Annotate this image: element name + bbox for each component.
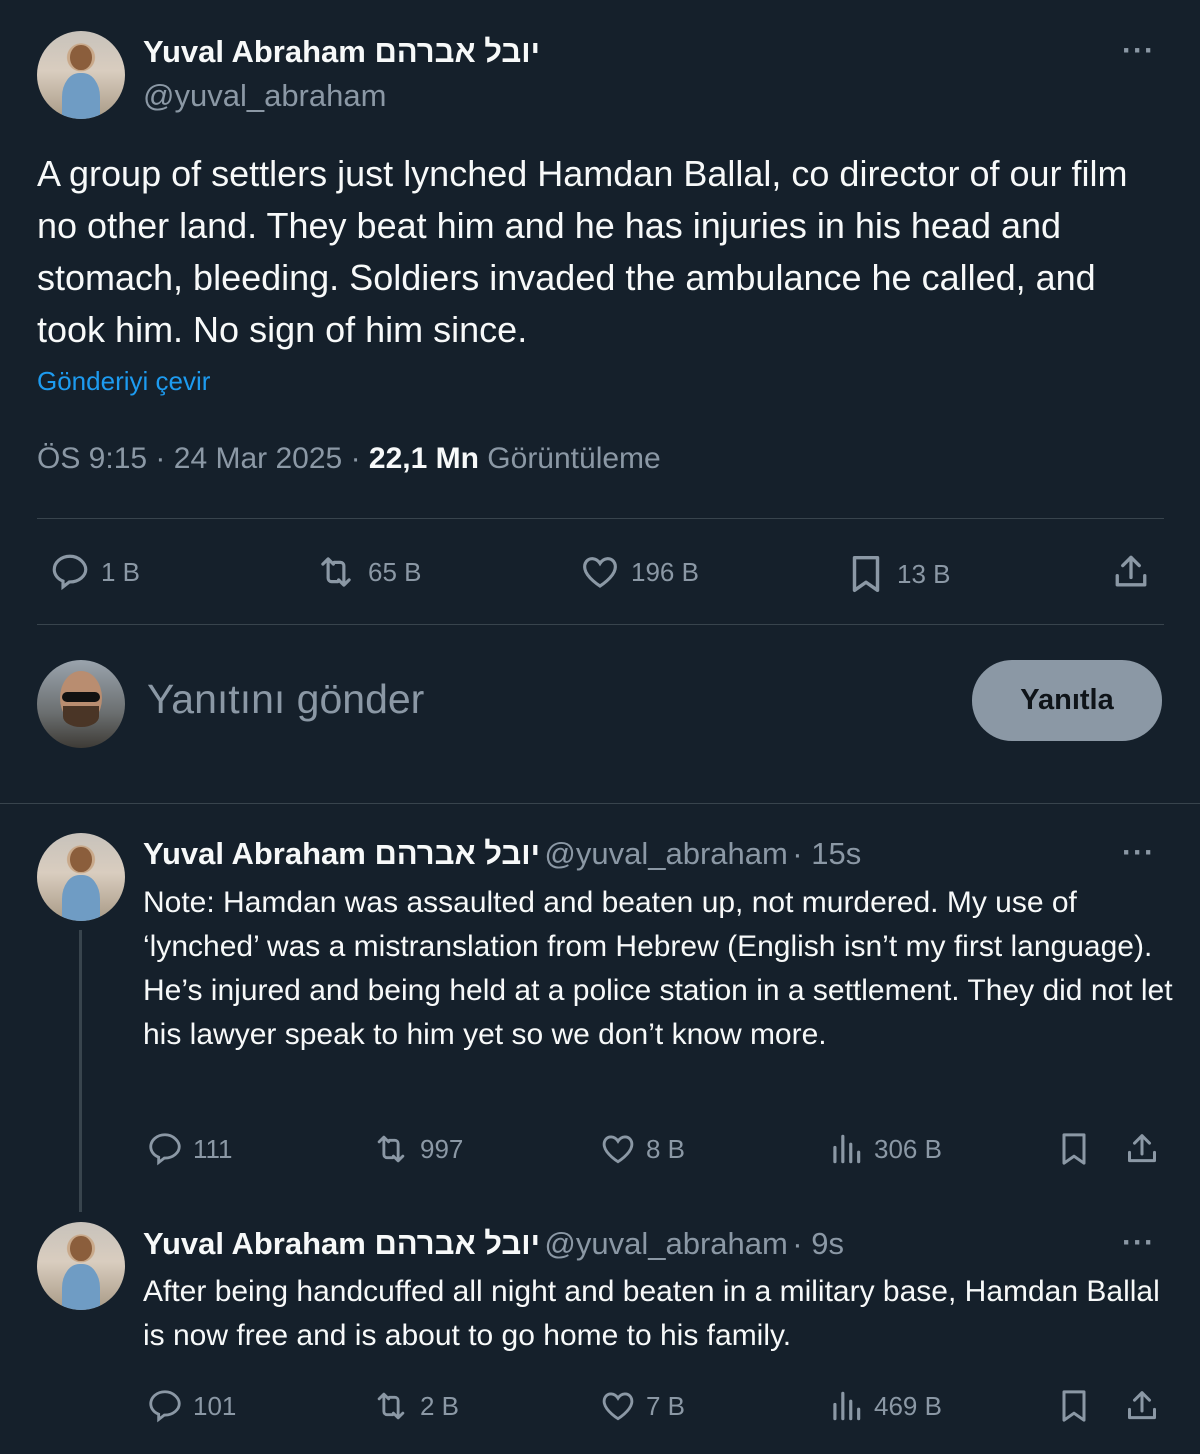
author-avatar[interactable] (37, 31, 125, 119)
reply-author-avatar[interactable] (37, 1222, 125, 1310)
analytics-icon (833, 1391, 861, 1421)
share-button[interactable] (1108, 550, 1162, 594)
tweet-time[interactable]: ÖS 9:15 (37, 442, 147, 475)
retweet-count: 997 (420, 1133, 464, 1164)
reply-icon (52, 554, 88, 591)
share-icon (1128, 1134, 1156, 1163)
bookmark-count: 13 B (897, 558, 951, 589)
retweet-button[interactable]: 997 (370, 1130, 463, 1168)
reply-submit-button[interactable]: Yanıtla (972, 660, 1162, 741)
share-button[interactable] (1122, 1128, 1170, 1170)
more-options-icon[interactable]: ··· (1122, 1226, 1155, 1260)
bookmark-button[interactable] (1054, 1385, 1102, 1427)
reply-author-handle[interactable]: @yuval_abraham (544, 836, 787, 871)
views-button[interactable]: 469 B (826, 1387, 942, 1425)
reply-count: 1 B (101, 556, 141, 587)
user-avatar[interactable] (37, 660, 125, 748)
like-button[interactable]: 196 B (577, 551, 699, 593)
like-count: 8 B (646, 1133, 686, 1164)
meta-separator: · (155, 442, 166, 475)
reply-count: 111 (193, 1133, 233, 1164)
bookmark-icon (1062, 1133, 1086, 1165)
reply-text: After being handcuffed all night and bea… (143, 1275, 1160, 1352)
retweet-icon (377, 1135, 405, 1163)
reply-header: Yuval Abraham יובל אברהם @yuval_abraham … (143, 836, 861, 872)
share-button[interactable] (1122, 1385, 1170, 1427)
reply-time[interactable]: · 9s (792, 1226, 844, 1261)
share-icon (1115, 555, 1147, 587)
translate-link[interactable]: Gönderiyi çevir (37, 366, 210, 397)
author-name[interactable]: Yuval Abraham יובל אברהם (143, 34, 540, 70)
retweet-button[interactable]: 2 B (370, 1387, 459, 1425)
tweet-text: A group of settlers just lynched Hamdan … (37, 153, 1128, 350)
retweet-icon (321, 557, 351, 587)
views-label: Görüntüleme (487, 442, 661, 475)
tweet-date[interactable]: 24 Mar 2025 (174, 442, 342, 475)
divider (37, 518, 1164, 519)
reply-button[interactable]: 111 (145, 1130, 233, 1168)
views-count: 22,1 Mn (368, 442, 479, 475)
views-button[interactable]: 306 B (826, 1130, 942, 1168)
reply-header: Yuval Abraham יובל אברהם @yuval_abraham … (143, 1226, 844, 1262)
bookmark-button[interactable]: 13 B (843, 551, 951, 597)
like-button[interactable]: 8 B (598, 1130, 685, 1168)
like-button[interactable]: 7 B (598, 1387, 685, 1425)
analytics-icon (833, 1134, 861, 1164)
bookmark-icon (1062, 1390, 1086, 1422)
retweet-count: 2 B (420, 1390, 460, 1421)
reply-author-name[interactable]: Yuval Abraham יובל אברהם (143, 1226, 540, 1261)
reply-count: 101 (193, 1390, 237, 1421)
heart-icon (602, 1392, 634, 1421)
meta-separator: · (350, 442, 361, 475)
reply-text: Note: Hamdan was assaulted and beaten up… (143, 886, 1173, 1051)
share-icon (1128, 1391, 1156, 1420)
bookmark-icon (852, 555, 880, 593)
bookmark-button[interactable] (1054, 1128, 1102, 1170)
heart-icon (602, 1135, 634, 1164)
reply-button[interactable]: 101 (145, 1387, 236, 1425)
reply-author-handle[interactable]: @yuval_abraham (544, 1226, 787, 1261)
divider (0, 803, 1200, 804)
reply-icon (149, 1133, 181, 1166)
reply-author-avatar[interactable] (37, 833, 125, 921)
views-count: 306 B (874, 1133, 942, 1164)
reply-icon (149, 1390, 181, 1423)
reply-input[interactable]: Yanıtını gönder (147, 676, 424, 723)
retweet-count: 65 B (368, 556, 422, 587)
author-handle[interactable]: @yuval_abraham (143, 78, 386, 114)
reply-time[interactable]: · 15s (792, 836, 861, 871)
views-count: 469 B (874, 1390, 942, 1421)
like-count: 7 B (646, 1390, 686, 1421)
more-options-icon[interactable]: ··· (1122, 836, 1155, 870)
like-count: 196 B (631, 556, 699, 587)
retweet-button[interactable]: 65 B (312, 551, 422, 593)
thread-connector (79, 930, 82, 1212)
more-options-icon[interactable]: ··· (1122, 34, 1155, 68)
retweet-icon (377, 1392, 405, 1420)
heart-icon (583, 557, 617, 588)
reply-author-name[interactable]: Yuval Abraham יובל אברהם (143, 836, 540, 871)
divider (37, 624, 1164, 625)
tweet-meta: ÖS 9:15 · 24 Mar 2025 · 22,1 Mn Görüntül… (37, 442, 661, 476)
reply-button[interactable]: 1 B (47, 551, 140, 593)
